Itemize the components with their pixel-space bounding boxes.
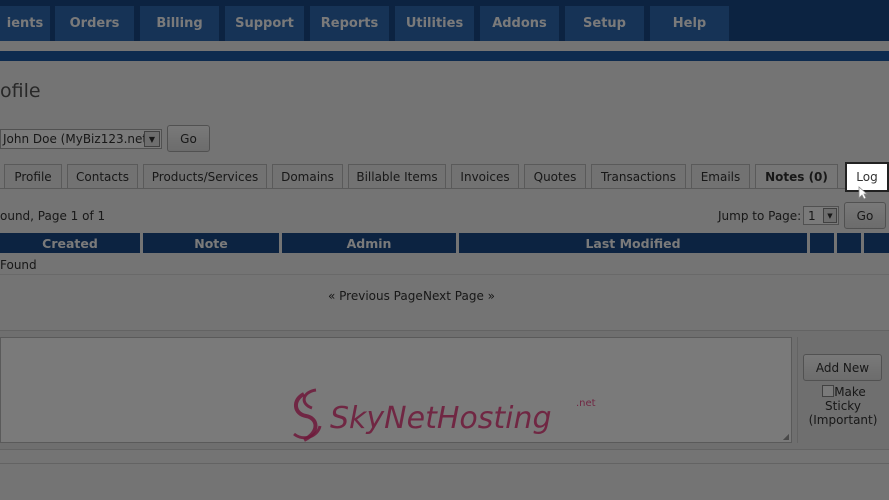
panel-separator	[797, 337, 798, 443]
nav-billing[interactable]: Billing	[140, 6, 219, 41]
swirl-logo-icon	[293, 388, 322, 442]
nav-clients[interactable]: ients	[0, 6, 50, 41]
resize-grip-icon[interactable]: ◢	[783, 432, 789, 441]
mouse-pointer-icon	[858, 186, 868, 200]
watermark-suffix: .net	[576, 398, 596, 409]
column-action-3	[864, 233, 889, 253]
nav-support[interactable]: Support	[225, 6, 304, 41]
nav-help[interactable]: Help	[650, 6, 729, 41]
tab-notes[interactable]: Notes (0)	[755, 164, 838, 188]
column-last-modified[interactable]: Last Modified	[459, 233, 807, 253]
page-select[interactable]: 1 ▼	[803, 206, 839, 225]
tab-products-services[interactable]: Products/Services	[143, 164, 267, 188]
chevron-down-icon: ▼	[823, 208, 837, 223]
sub-navigation-bar	[0, 51, 889, 61]
tab-transactions[interactable]: Transactions	[591, 164, 686, 188]
nav-orders[interactable]: Orders	[55, 6, 134, 41]
jump-to-page-label: Jump to Page:	[718, 209, 802, 223]
tab-emails[interactable]: Emails	[691, 164, 750, 188]
page-title: ofile	[0, 80, 41, 102]
column-action-2	[837, 233, 861, 253]
top-navigation-bar: ients Orders Billing Support Reports Uti…	[0, 0, 889, 41]
tab-domains[interactable]: Domains	[272, 164, 343, 188]
nav-addons[interactable]: Addons	[480, 6, 559, 41]
tab-contacts[interactable]: Contacts	[67, 164, 138, 188]
nav-utilities[interactable]: Utilities	[395, 6, 474, 41]
column-created[interactable]: Created	[0, 233, 140, 253]
client-go-button[interactable]: Go	[167, 125, 210, 152]
column-action-1	[810, 233, 834, 253]
tab-divider	[0, 188, 889, 189]
make-sticky-text: Make Sticky (Important)	[808, 385, 878, 427]
records-summary: ound, Page 1 of 1	[0, 209, 106, 223]
tab-profile[interactable]: Profile	[4, 164, 62, 188]
nav-reports[interactable]: Reports	[310, 6, 389, 41]
skynethosting-watermark: SkyNetHosting .net	[293, 388, 596, 442]
tab-quotes[interactable]: Quotes	[524, 164, 586, 188]
tab-invoices[interactable]: Invoices	[451, 164, 519, 188]
no-records-text: Found	[0, 258, 37, 272]
page-go-button[interactable]: Go	[844, 202, 886, 229]
column-admin[interactable]: Admin	[282, 233, 456, 253]
column-note[interactable]: Note	[143, 233, 279, 253]
make-sticky-label: Make Sticky (Important)	[805, 385, 881, 427]
nav-setup[interactable]: Setup	[565, 6, 644, 41]
add-new-button[interactable]: Add New	[803, 354, 882, 381]
chevron-down-icon: ▼	[144, 131, 160, 147]
bottom-divider	[0, 463, 889, 464]
client-select[interactable]: John Doe (MyBiz123.net) ▼	[0, 129, 162, 149]
next-page-link[interactable]: Next Page »	[423, 289, 495, 303]
tab-billable-items[interactable]: Billable Items	[348, 164, 446, 188]
client-select-value: John Doe (MyBiz123.net)	[3, 132, 152, 146]
watermark-text: SkyNetHosting	[330, 401, 552, 436]
previous-page-link[interactable]: « Previous Page	[328, 289, 423, 303]
page-select-value: 1	[808, 208, 816, 223]
table-row-divider	[0, 274, 889, 275]
